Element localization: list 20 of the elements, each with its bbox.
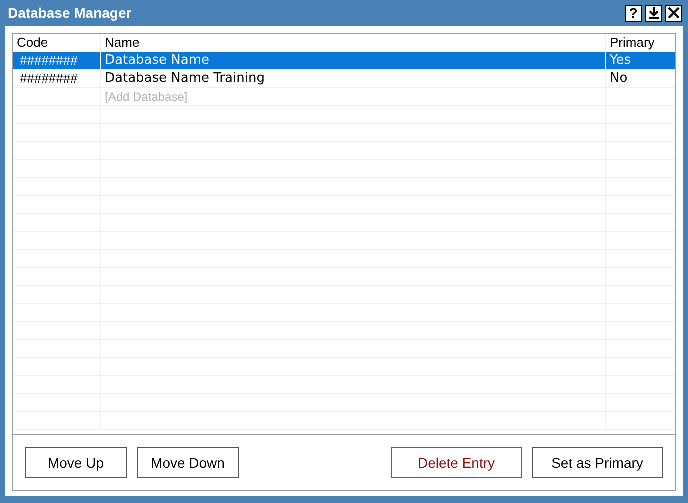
table-cell: ######## — [13, 52, 101, 69]
close-icon — [666, 6, 680, 20]
help-button[interactable]: ? — [625, 4, 642, 22]
table-cell-text: Yes — [609, 52, 632, 69]
action-button[interactable]: Delete Entry — [391, 447, 522, 478]
table-cell: Database Name Training — [101, 70, 606, 87]
window-title: Database Manager — [8, 5, 132, 21]
close-button[interactable] — [665, 4, 682, 22]
action-button[interactable]: Set as Primary — [532, 447, 663, 478]
action-button[interactable]: Move Down — [137, 447, 239, 478]
column-header: Primary — [609, 34, 656, 52]
action-button[interactable]: Move Up — [25, 447, 127, 478]
table-row[interactable]: ######## Database Name Yes — [13, 52, 675, 70]
table-cell-text: No — [609, 70, 629, 87]
table-cell: Database Name — [101, 52, 606, 69]
table-cell: ######## — [13, 70, 101, 87]
download-button[interactable] — [645, 4, 662, 22]
add-database-field[interactable]: [Add Database] — [105, 88, 605, 106]
download-icon — [646, 6, 660, 20]
table-row[interactable]: ######## Database Name Training No — [13, 70, 675, 88]
